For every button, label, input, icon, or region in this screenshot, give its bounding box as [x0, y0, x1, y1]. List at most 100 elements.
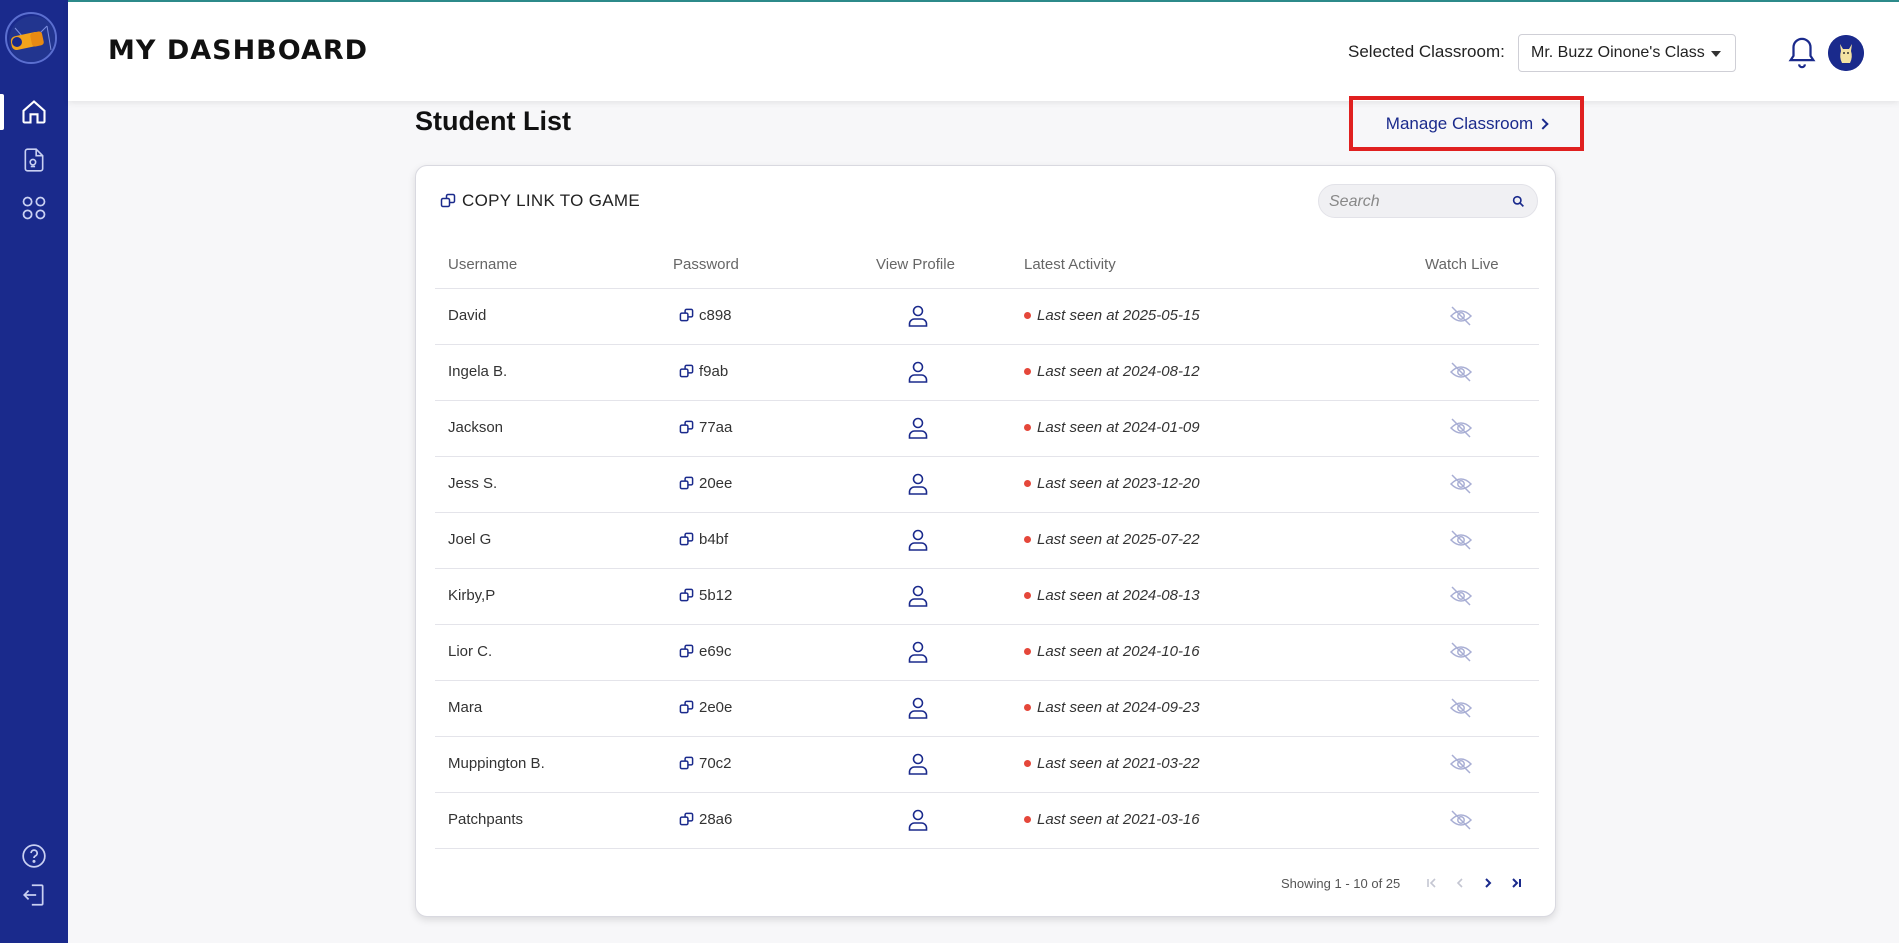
copy-icon[interactable]: [679, 308, 694, 323]
student-username: Patchpants: [448, 811, 524, 828]
latest-activity: Last seen at 2025-05-15: [1024, 307, 1200, 324]
search-icon[interactable]: [1512, 195, 1525, 208]
last-page-button[interactable]: [1502, 873, 1530, 893]
student-password: e69c: [679, 643, 732, 660]
copy-icon[interactable]: [679, 756, 694, 771]
pagination: Showing 1 - 10 of 25: [1281, 873, 1530, 893]
eye-off-icon: [1449, 698, 1473, 718]
user-profile-icon: [908, 361, 928, 383]
next-page-button[interactable]: [1474, 873, 1502, 893]
activity-text: Last seen at 2025-05-15: [1037, 307, 1200, 324]
copy-icon[interactable]: [679, 644, 694, 659]
help-icon: [22, 844, 46, 868]
manage-classroom-button[interactable]: Manage Classroom: [1349, 96, 1584, 151]
column-header-watch-live: Watch Live: [1425, 256, 1499, 273]
search-box: [1318, 184, 1538, 218]
previous-page-button[interactable]: [1446, 873, 1474, 893]
view-profile-button[interactable]: [907, 640, 929, 668]
watch-live-button[interactable]: [1449, 305, 1473, 331]
telescope-logo-icon: [9, 16, 55, 62]
student-password: 28a6: [679, 811, 732, 828]
column-header-view-profile: View Profile: [876, 256, 955, 273]
status-dot: [1024, 592, 1031, 599]
view-profile-button[interactable]: [907, 584, 929, 612]
user-profile-icon: [908, 585, 928, 607]
copy-icon: [440, 193, 456, 208]
search-input[interactable]: [1329, 191, 1509, 213]
sidebar-item-apps[interactable]: [0, 186, 68, 230]
copy-link-button[interactable]: COPY LINK TO GAME: [440, 191, 640, 211]
student-password: 2e0e: [679, 699, 732, 716]
student-username: Muppington B.: [448, 755, 545, 772]
eye-off-icon: [1449, 810, 1473, 830]
view-profile-button[interactable]: [907, 304, 929, 332]
copy-icon[interactable]: [679, 588, 694, 603]
user-avatar[interactable]: [1828, 35, 1864, 71]
apps-grid-icon: [22, 196, 46, 220]
sidebar-item-documents[interactable]: [0, 138, 68, 182]
eye-off-icon: [1449, 362, 1473, 382]
last-page-icon: [1512, 878, 1522, 888]
view-profile-button[interactable]: [907, 472, 929, 500]
status-dot: [1024, 816, 1031, 823]
app-logo[interactable]: [5, 12, 57, 64]
eye-off-icon: [1449, 586, 1473, 606]
user-profile-icon: [908, 641, 928, 663]
view-profile-button[interactable]: [907, 360, 929, 388]
eye-off-icon: [1449, 642, 1473, 662]
table-header: Username Password View Profile Latest Ac…: [435, 256, 1539, 289]
watch-live-button[interactable]: [1449, 641, 1473, 667]
user-profile-icon: [908, 305, 928, 327]
watch-live-button[interactable]: [1449, 753, 1473, 779]
password-value: c898: [699, 307, 732, 324]
view-profile-button[interactable]: [907, 528, 929, 556]
user-profile-icon: [908, 529, 928, 551]
watch-live-button[interactable]: [1449, 529, 1473, 555]
caret-down-icon: [1711, 51, 1721, 57]
watch-live-button[interactable]: [1449, 361, 1473, 387]
password-value: 77aa: [699, 419, 733, 436]
latest-activity: Last seen at 2021-03-22: [1024, 755, 1200, 772]
top-header: my DASHBOARD Selected Classroom: Mr. Buz…: [68, 0, 1899, 101]
student-username: Jackson: [448, 419, 504, 436]
classroom-label: Selected Classroom:: [1348, 42, 1505, 61]
notifications-button[interactable]: [1785, 34, 1819, 72]
password-value: e69c: [699, 643, 732, 660]
sidebar-item-home[interactable]: [0, 90, 68, 134]
view-profile-button[interactable]: [907, 808, 929, 836]
page-title: my DASHBOARD: [108, 35, 369, 66]
watch-live-button[interactable]: [1449, 809, 1473, 835]
help-button[interactable]: [13, 835, 55, 877]
student-username: Kirby,P: [448, 587, 496, 604]
latest-activity: Last seen at 2023-12-20: [1024, 475, 1200, 492]
watch-live-button[interactable]: [1449, 697, 1473, 723]
user-profile-icon: [908, 473, 928, 495]
watch-live-button[interactable]: [1449, 585, 1473, 611]
copy-icon[interactable]: [679, 812, 694, 827]
watch-live-button[interactable]: [1449, 473, 1473, 499]
copy-icon[interactable]: [679, 532, 694, 547]
status-dot: [1024, 368, 1031, 375]
status-dot: [1024, 312, 1031, 319]
copy-icon[interactable]: [679, 420, 694, 435]
copy-icon[interactable]: [679, 700, 694, 715]
classroom-select[interactable]: Mr. Buzz Oinone's Class: [1518, 34, 1736, 72]
bell-icon: [1788, 37, 1816, 69]
view-profile-button[interactable]: [907, 416, 929, 444]
eye-off-icon: [1449, 474, 1473, 494]
view-profile-button[interactable]: [907, 752, 929, 780]
status-dot: [1024, 760, 1031, 767]
first-page-button[interactable]: [1418, 873, 1446, 893]
copy-icon[interactable]: [679, 364, 694, 379]
column-header-username: Username: [448, 256, 518, 273]
view-profile-button[interactable]: [907, 696, 929, 724]
eye-off-icon: [1449, 530, 1473, 550]
pagination-text: Showing 1 - 10 of 25: [1281, 875, 1401, 891]
password-value: 70c2: [699, 755, 732, 772]
copy-icon[interactable]: [679, 476, 694, 491]
user-profile-icon: [908, 417, 928, 439]
password-value: f9ab: [699, 363, 729, 380]
avatar-icon: [1828, 35, 1864, 71]
watch-live-button[interactable]: [1449, 417, 1473, 443]
logout-button[interactable]: [13, 874, 55, 916]
